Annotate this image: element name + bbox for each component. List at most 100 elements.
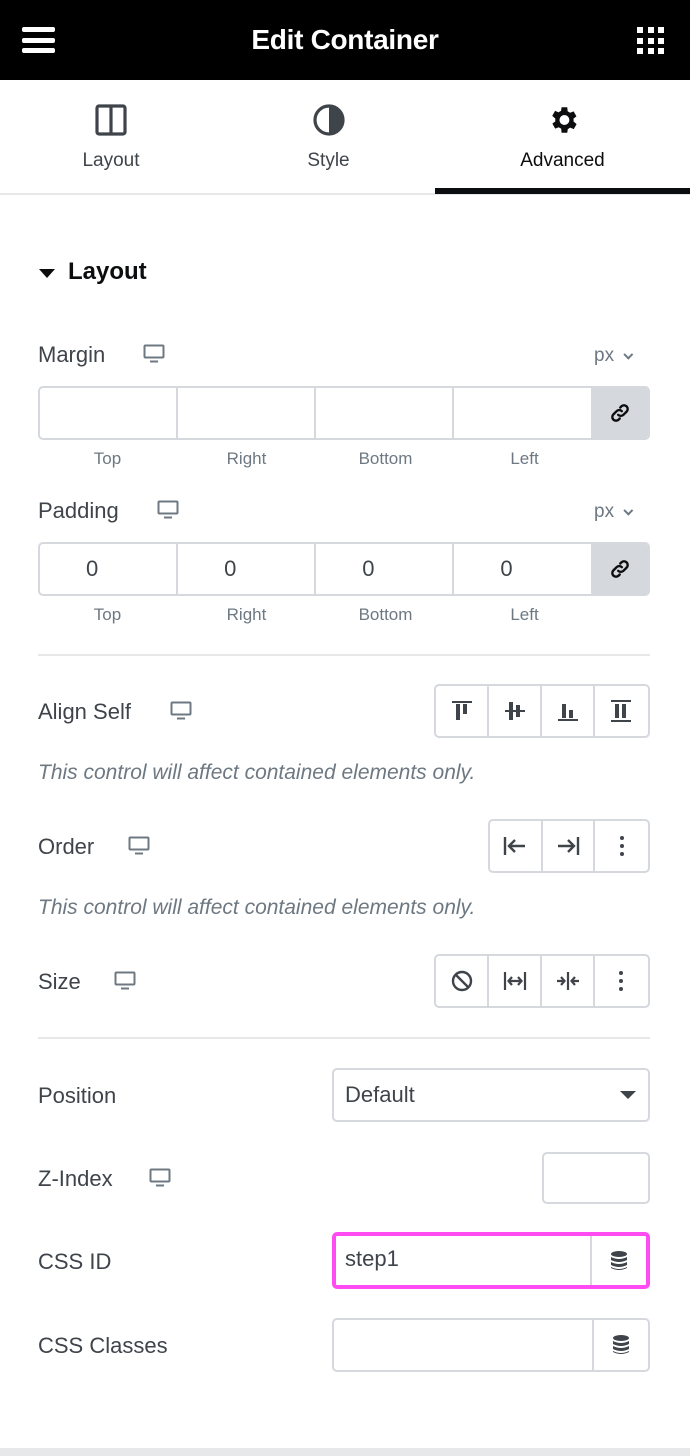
z-index-label: Z-Index bbox=[38, 1166, 113, 1191]
size-more-button[interactable] bbox=[595, 956, 648, 1006]
order-start-button[interactable] bbox=[490, 821, 543, 871]
tab-advanced-label: Advanced bbox=[520, 150, 605, 171]
padding-top-input[interactable]: 0 bbox=[40, 544, 179, 594]
position-selected-value: Default bbox=[345, 1082, 415, 1107]
align-stretch-button[interactable] bbox=[595, 686, 648, 736]
grid-apps-icon[interactable] bbox=[637, 27, 664, 54]
align-self-note: This control will affect contained eleme… bbox=[38, 761, 476, 784]
shrink-icon bbox=[556, 972, 579, 990]
dynamic-tags-button[interactable] bbox=[592, 1236, 646, 1285]
section-divider bbox=[38, 654, 650, 656]
order-more-button[interactable] bbox=[595, 821, 648, 871]
panel-footer-edge bbox=[0, 1448, 690, 1456]
side-label-top: Top bbox=[93, 449, 122, 468]
margin-inputs bbox=[38, 386, 650, 440]
more-dots-icon bbox=[619, 836, 624, 856]
active-tab-indicator bbox=[435, 188, 690, 194]
tab-style[interactable]: Style bbox=[222, 80, 435, 193]
align-start-button[interactable] bbox=[436, 686, 489, 736]
chevron-down-icon bbox=[623, 349, 634, 360]
position-select[interactable]: Default bbox=[332, 1068, 650, 1122]
side-label-left: Left bbox=[510, 449, 539, 468]
editor-header: Edit Container bbox=[0, 0, 690, 80]
tab-style-label: Style bbox=[307, 150, 350, 171]
margin-side-labels: Top Right Bottom Left bbox=[38, 449, 594, 469]
padding-left-input[interactable]: 0 bbox=[454, 544, 593, 594]
css-classes-label: CSS Classes bbox=[38, 1333, 168, 1358]
gear-icon bbox=[546, 103, 580, 137]
order-label: Order bbox=[38, 834, 95, 859]
caret-down-icon bbox=[620, 1091, 636, 1099]
order-end-icon bbox=[558, 837, 580, 855]
section-title-layout[interactable]: Layout bbox=[68, 258, 147, 286]
margin-unit: px bbox=[594, 345, 615, 366]
database-icon bbox=[611, 1250, 627, 1270]
align-stretch-icon bbox=[611, 700, 632, 722]
margin-left-input[interactable] bbox=[454, 388, 593, 438]
none-icon bbox=[451, 970, 472, 992]
chevron-down-icon bbox=[623, 505, 634, 516]
desktop-monitor-icon[interactable] bbox=[143, 344, 165, 364]
side-label-left: Left bbox=[510, 605, 539, 624]
more-dots-icon bbox=[619, 971, 624, 991]
panel-title: Edit Container bbox=[251, 24, 439, 55]
side-label-right: Right bbox=[226, 605, 267, 624]
padding-bottom-input[interactable]: 0 bbox=[316, 544, 455, 594]
desktop-monitor-icon[interactable] bbox=[114, 971, 136, 991]
align-center-button[interactable] bbox=[489, 686, 542, 736]
margin-label: Margin bbox=[38, 342, 106, 367]
css-id-input[interactable]: step1 bbox=[336, 1236, 592, 1285]
desktop-monitor-icon[interactable] bbox=[149, 1168, 171, 1188]
align-center-icon bbox=[504, 702, 525, 720]
size-none-button[interactable] bbox=[436, 956, 489, 1006]
margin-right-input[interactable] bbox=[178, 388, 317, 438]
section-divider bbox=[38, 1037, 650, 1039]
padding-inputs: 0 0 0 0 bbox=[38, 542, 650, 596]
order-end-button[interactable] bbox=[543, 821, 596, 871]
columns-layout-icon bbox=[94, 103, 128, 137]
css-id-field: step1 bbox=[332, 1232, 650, 1289]
order-options bbox=[488, 819, 650, 873]
z-index-input[interactable] bbox=[542, 1152, 650, 1204]
size-grow-button[interactable] bbox=[489, 956, 542, 1006]
desktop-monitor-icon[interactable] bbox=[170, 701, 192, 721]
align-self-label: Align Self bbox=[38, 699, 131, 724]
css-id-label: CSS ID bbox=[38, 1249, 112, 1274]
desktop-monitor-icon[interactable] bbox=[157, 500, 179, 520]
margin-top-input[interactable] bbox=[40, 388, 179, 438]
side-label-top: Top bbox=[93, 605, 122, 624]
align-self-options bbox=[434, 684, 650, 738]
padding-right-input[interactable]: 0 bbox=[178, 544, 317, 594]
tab-advanced[interactable]: Advanced bbox=[435, 80, 690, 193]
order-note: This control will affect contained eleme… bbox=[38, 896, 476, 919]
padding-unit-selector[interactable]: px bbox=[594, 501, 634, 523]
size-label: Size bbox=[38, 969, 81, 994]
order-start-icon bbox=[504, 837, 526, 855]
link-values-button[interactable] bbox=[592, 544, 648, 594]
side-label-right: Right bbox=[226, 449, 267, 468]
side-label-bottom: Bottom bbox=[358, 449, 413, 468]
grow-icon bbox=[503, 972, 526, 990]
padding-unit: px bbox=[594, 501, 615, 522]
size-shrink-button[interactable] bbox=[542, 956, 595, 1006]
margin-unit-selector[interactable]: px bbox=[594, 345, 634, 367]
database-icon bbox=[613, 1335, 629, 1354]
padding-label: Padding bbox=[38, 498, 119, 523]
position-label: Position bbox=[38, 1083, 117, 1108]
css-classes-field bbox=[332, 1318, 650, 1372]
tab-layout-label: Layout bbox=[82, 150, 140, 171]
link-icon bbox=[611, 560, 630, 578]
align-start-icon bbox=[451, 701, 472, 720]
caret-down-icon[interactable] bbox=[39, 269, 55, 278]
link-icon bbox=[611, 404, 630, 422]
align-end-button[interactable] bbox=[542, 686, 595, 736]
dynamic-tags-button[interactable] bbox=[594, 1320, 648, 1370]
desktop-monitor-icon[interactable] bbox=[128, 836, 150, 856]
margin-bottom-input[interactable] bbox=[316, 388, 455, 438]
link-values-button[interactable] bbox=[592, 388, 648, 438]
css-classes-input[interactable] bbox=[334, 1320, 594, 1370]
tab-layout[interactable]: Layout bbox=[0, 80, 222, 193]
padding-side-labels: Top Right Bottom Left bbox=[38, 605, 594, 625]
size-options bbox=[434, 954, 650, 1008]
align-end-icon bbox=[557, 704, 578, 721]
